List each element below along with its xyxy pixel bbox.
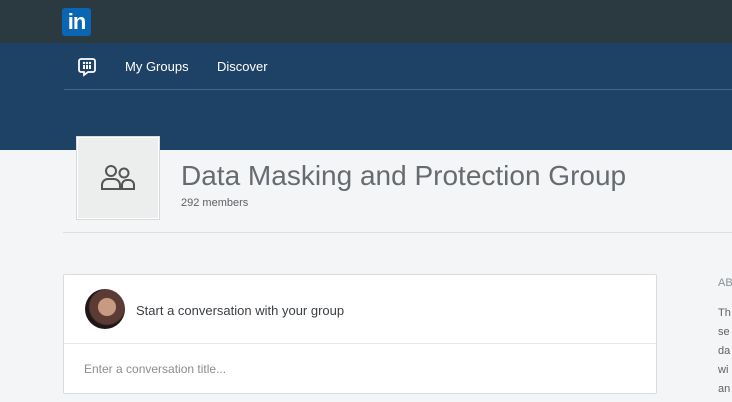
groups-chat-icon[interactable] bbox=[77, 57, 97, 77]
group-logo bbox=[77, 137, 159, 219]
avatar bbox=[85, 289, 125, 329]
about-line: da bbox=[718, 345, 731, 357]
about-description: Th se da wi an bbox=[718, 304, 732, 399]
group-people-icon bbox=[101, 165, 135, 190]
start-conversation-prompt[interactable]: Start a conversation with your group bbox=[136, 303, 344, 319]
about-line: wi bbox=[718, 364, 729, 376]
about-heading: AB bbox=[718, 277, 732, 289]
conversation-composer: Start a conversation with your group bbox=[63, 274, 657, 394]
about-line: Th bbox=[718, 307, 731, 319]
header-divider bbox=[63, 232, 732, 233]
nav-discover[interactable]: Discover bbox=[217, 59, 268, 75]
member-count[interactable]: 292 members bbox=[181, 196, 248, 210]
group-title: Data Masking and Protection Group bbox=[181, 160, 627, 191]
groups-nav: My Groups Discover bbox=[64, 43, 732, 90]
conversation-title-input[interactable] bbox=[64, 344, 656, 393]
composer-header: Start a conversation with your group bbox=[64, 275, 656, 344]
linkedin-logo[interactable]: in bbox=[62, 8, 91, 36]
groups-banner: My Groups Discover bbox=[0, 43, 732, 150]
about-line: se bbox=[718, 326, 730, 338]
top-bar: in bbox=[0, 0, 732, 43]
nav-my-groups[interactable]: My Groups bbox=[125, 59, 189, 75]
about-line: an bbox=[718, 383, 731, 395]
